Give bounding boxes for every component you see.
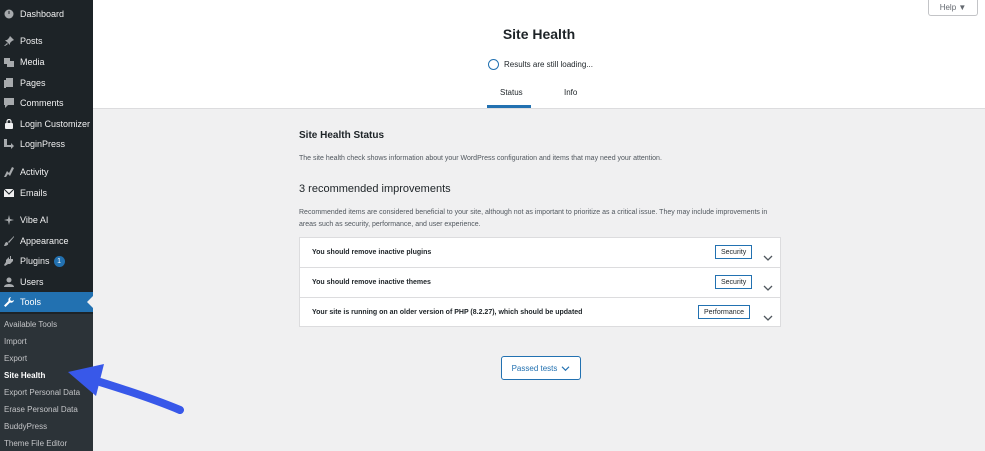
sidebar-item-emails[interactable]: Emails	[0, 183, 93, 203]
loading-text: Results are still loading...	[504, 60, 593, 69]
help-button[interactable]: Help ▼	[928, 0, 978, 16]
comment-icon	[4, 98, 14, 108]
loading-spinner-icon	[488, 59, 499, 70]
issue-text: You should remove inactive plugins	[312, 249, 432, 256]
sidebar-item-loginpress[interactable]: LoginPress	[0, 134, 93, 154]
pages-icon	[4, 78, 14, 88]
plugin-update-count-badge: 1	[53, 255, 65, 267]
passed-tests-button[interactable]: Passed tests	[501, 356, 581, 380]
issues-list: You should remove inactive plugins Secur…	[299, 237, 781, 327]
submenu-theme-file-editor[interactable]: Theme File Editor	[4, 439, 67, 448]
tab-info[interactable]: Info	[564, 88, 577, 97]
sidebar-item-label: Posts	[20, 36, 43, 46]
issue-tag: Performance	[698, 305, 751, 319]
submenu-available-tools[interactable]: Available Tools	[4, 320, 57, 329]
sidebar-item-label: Activity	[20, 167, 49, 177]
pin-icon	[4, 36, 14, 46]
issue-text: You should remove inactive themes	[312, 279, 431, 286]
lock-icon	[4, 119, 14, 129]
sidebar-item-label: Plugins	[20, 256, 50, 266]
issue-row[interactable]: Your site is running on an older version…	[300, 298, 780, 328]
section-description: The site health check shows information …	[299, 155, 662, 162]
sidebar-item-label: Appearance	[20, 236, 69, 246]
issue-row[interactable]: You should remove inactive themes Securi…	[300, 268, 780, 298]
submenu-buddypress[interactable]: BuddyPress	[4, 422, 47, 431]
sidebar-item-label: Pages	[20, 78, 46, 88]
sidebar-item-dashboard[interactable]: Dashboard	[0, 4, 93, 24]
issue-text: Your site is running on an older version…	[312, 309, 583, 316]
sidebar-item-vibe-ai[interactable]: Vibe AI	[0, 210, 93, 230]
sidebar-item-tools[interactable]: Tools	[0, 292, 93, 312]
sidebar-item-label: Emails	[20, 188, 48, 198]
site-health-header	[93, 0, 985, 109]
chevron-down-icon[interactable]	[763, 279, 773, 291]
issue-tag: Security	[715, 245, 753, 259]
sidebar-item-appearance[interactable]: Appearance	[0, 231, 93, 251]
sidebar-item-login-customizer[interactable]: Login Customizer	[0, 114, 93, 134]
submenu-site-health[interactable]: Site Health	[4, 371, 45, 380]
sidebar-item-label: Vibe AI	[20, 215, 49, 225]
issue-tag: Security	[715, 275, 753, 289]
sidebar-item-posts[interactable]: Posts	[0, 31, 93, 51]
user-icon	[4, 277, 14, 287]
chevron-down-icon[interactable]	[763, 249, 773, 261]
sidebar-item-media[interactable]: Media	[0, 52, 93, 72]
brush-icon	[4, 236, 14, 246]
tab-status[interactable]: Status	[500, 88, 523, 97]
active-tab-indicator	[487, 105, 531, 108]
submenu-import[interactable]: Import	[4, 337, 27, 346]
sidebar-item-label: Login Customizer	[20, 119, 91, 129]
loading-status: Results are still loading...	[488, 59, 593, 70]
sidebar-item-comments[interactable]: Comments	[0, 93, 93, 113]
sidebar-item-label: Dashboard	[20, 9, 65, 19]
submenu-export[interactable]: Export	[4, 354, 27, 363]
sidebar-item-label: LoginPress	[20, 139, 66, 149]
annotation-arrow-icon	[68, 364, 184, 414]
sidebar-item-label: Media	[20, 57, 45, 67]
chevron-down-icon[interactable]	[763, 309, 773, 321]
sparkle-icon	[4, 215, 14, 225]
chevron-down-icon	[561, 365, 570, 371]
recommended-description: Recommended items are considered benefic…	[299, 209, 768, 228]
recommended-title: 3 recommended improvements	[299, 183, 451, 195]
wrench-icon	[4, 297, 14, 307]
dashboard-icon	[4, 9, 14, 19]
sidebar-item-label: Comments	[20, 98, 64, 108]
section-title: Site Health Status	[299, 130, 385, 141]
sidebar-item-users[interactable]: Users	[0, 272, 93, 292]
media-icon	[4, 57, 14, 67]
sidebar-item-label: Users	[20, 277, 44, 287]
sidebar-item-plugins[interactable]: Plugins 1	[0, 251, 93, 271]
arrow-icon	[4, 139, 14, 149]
issue-row[interactable]: You should remove inactive plugins Secur…	[300, 238, 780, 268]
email-icon	[4, 188, 14, 198]
plug-icon	[4, 256, 14, 266]
sidebar-item-activity[interactable]: Activity	[0, 162, 93, 182]
passed-tests-label: Passed tests	[511, 363, 558, 373]
sidebar-item-pages[interactable]: Pages	[0, 73, 93, 93]
sidebar-item-label: Tools	[20, 297, 42, 307]
page-title: Site Health	[502, 26, 576, 42]
activity-icon	[4, 167, 14, 177]
